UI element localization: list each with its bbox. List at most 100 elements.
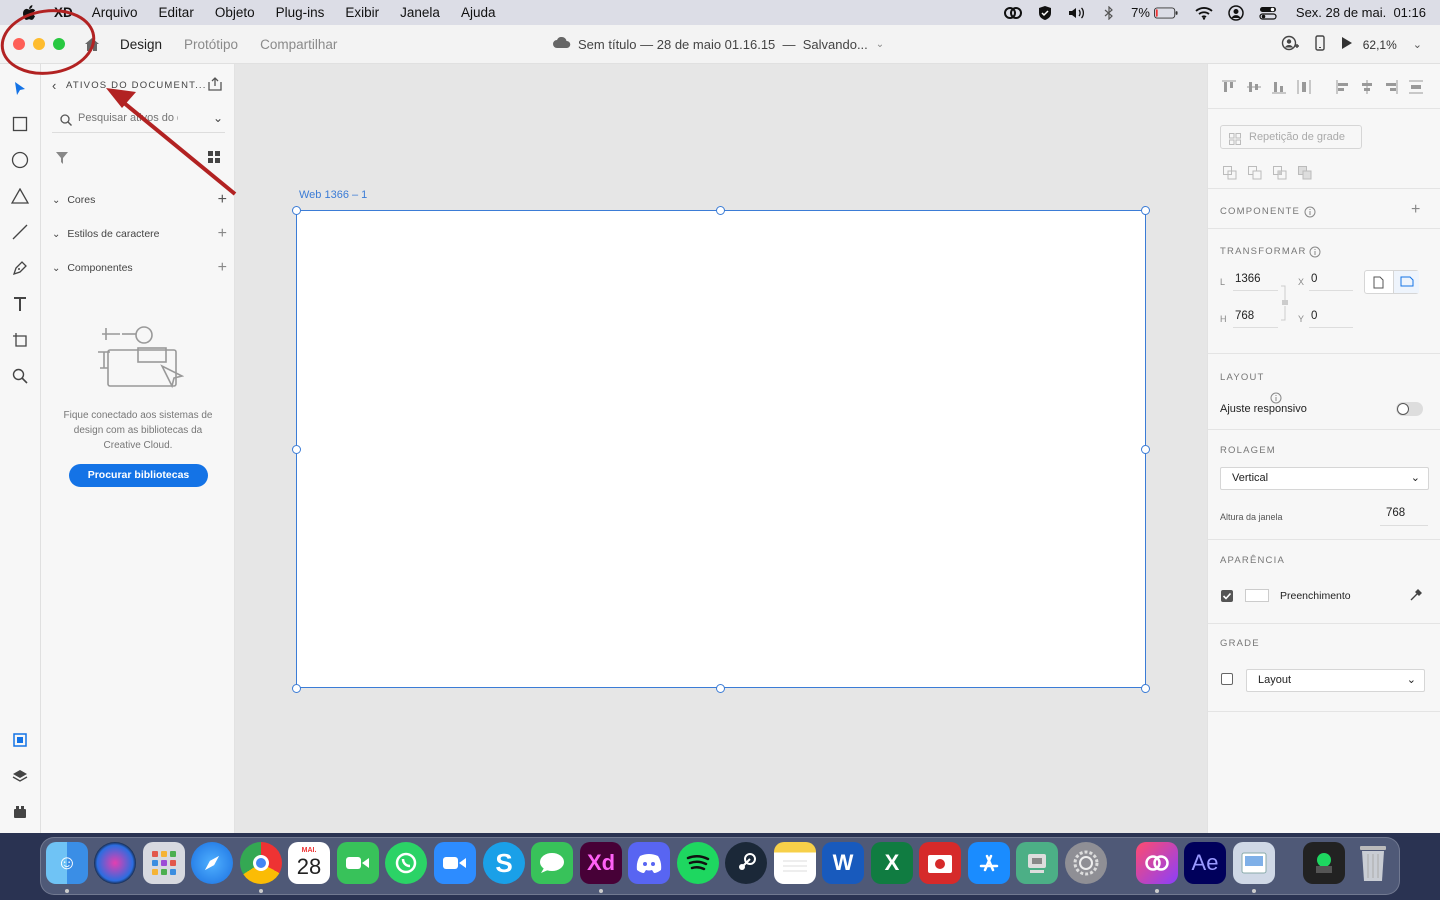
chrome-icon[interactable]	[240, 842, 282, 884]
volume-icon[interactable]	[1065, 0, 1089, 25]
rectangle-tool-icon[interactable]	[10, 114, 30, 134]
distribute-v-icon[interactable]	[1297, 80, 1311, 99]
resize-handle[interactable]	[1141, 684, 1150, 693]
excel-icon[interactable]: X	[871, 842, 913, 884]
width-input[interactable]: 1366	[1235, 273, 1261, 285]
zoom-tool-icon[interactable]	[10, 366, 30, 386]
chevron-down-icon[interactable]: ⌄	[876, 39, 884, 50]
responsive-resize-toggle[interactable]	[1396, 402, 1423, 416]
polygon-tool-icon[interactable]	[10, 186, 30, 206]
resize-handle[interactable]	[1141, 445, 1150, 454]
app-store-icon[interactable]	[968, 842, 1010, 884]
section-char-styles[interactable]: ⌄ Estilos de caractere +	[52, 226, 227, 244]
assets-panel-icon[interactable]	[10, 730, 30, 750]
artboard-tool-icon[interactable]	[10, 330, 30, 350]
search-chevron-icon[interactable]: ⌄	[213, 111, 223, 125]
portrait-icon[interactable]	[1373, 276, 1384, 294]
pen-tool-icon[interactable]	[10, 258, 30, 278]
tab-design[interactable]: Design	[120, 37, 162, 52]
grid-type-select[interactable]: Layout ⌄	[1246, 669, 1425, 692]
menu-plugins[interactable]: Plug-ins	[276, 5, 325, 20]
viewport-height-input[interactable]: 768	[1386, 507, 1405, 519]
whatsapp-icon[interactable]	[385, 842, 427, 884]
safari-icon[interactable]	[191, 842, 233, 884]
tab-compartilhar[interactable]: Compartilhar	[260, 37, 337, 52]
artboard[interactable]	[296, 210, 1146, 688]
align-center-icon[interactable]	[1360, 80, 1374, 99]
line-tool-icon[interactable]	[10, 222, 30, 242]
menu-arquivo[interactable]: Arquivo	[92, 5, 138, 20]
text-tool-icon[interactable]	[10, 294, 30, 314]
y-input[interactable]: 0	[1311, 310, 1317, 322]
x-input[interactable]: 0	[1311, 273, 1317, 285]
boolean-intersect-icon[interactable]	[1273, 166, 1287, 185]
menu-app-name[interactable]: XD	[54, 5, 73, 20]
spotify-minimized-icon[interactable]	[1303, 842, 1345, 884]
resize-handle[interactable]	[716, 206, 725, 215]
grid-checkbox[interactable]	[1221, 673, 1233, 685]
section-cores[interactable]: ⌄ Cores +	[52, 192, 227, 210]
creative-cloud-icon[interactable]	[1001, 0, 1025, 25]
image-capture-icon[interactable]	[1016, 842, 1058, 884]
spotify-icon[interactable]	[677, 842, 719, 884]
apple-icon[interactable]	[22, 4, 38, 21]
boolean-subtract-icon[interactable]	[1248, 166, 1262, 185]
bluetooth-icon[interactable]	[1097, 0, 1121, 25]
align-top-icon[interactable]	[1222, 80, 1236, 99]
control-center-icon[interactable]	[1256, 0, 1280, 25]
wifi-icon[interactable]	[1192, 0, 1216, 25]
trash-icon[interactable]	[1352, 842, 1394, 884]
boolean-exclude-icon[interactable]	[1298, 166, 1312, 185]
filter-icon[interactable]	[56, 151, 68, 169]
section-componentes[interactable]: ⌄ Componentes +	[52, 260, 227, 278]
artboard-name[interactable]: Web 1366 – 1	[299, 189, 367, 201]
preview-app-icon[interactable]	[1233, 842, 1275, 884]
after-effects-icon[interactable]: Ae	[1184, 842, 1226, 884]
info-icon[interactable]	[1309, 245, 1321, 263]
plugins-panel-icon[interactable]	[10, 802, 30, 822]
messages-icon[interactable]	[531, 842, 573, 884]
layers-panel-icon[interactable]	[10, 766, 30, 786]
boolean-add-icon[interactable]	[1223, 166, 1237, 185]
discord-icon[interactable]	[628, 842, 670, 884]
play-icon[interactable]	[1341, 36, 1353, 53]
zoom-chevron-icon[interactable]: ⌄	[1413, 38, 1422, 51]
word-icon[interactable]: W	[822, 842, 864, 884]
fill-checkbox[interactable]	[1221, 590, 1233, 602]
add-color-icon[interactable]: +	[218, 192, 227, 208]
finder-icon[interactable]: ☺	[46, 842, 88, 884]
menu-editar[interactable]: Editar	[159, 5, 194, 20]
info-icon[interactable]	[1304, 205, 1316, 223]
facetime-icon[interactable]	[337, 842, 379, 884]
resize-handle[interactable]	[292, 206, 301, 215]
notes-icon[interactable]	[774, 842, 816, 884]
resize-handle[interactable]	[716, 684, 725, 693]
zoom-icon[interactable]	[434, 842, 476, 884]
grid-view-icon[interactable]	[208, 150, 220, 168]
menubar-clock[interactable]: Sex. 28 de mai. 01:16	[1296, 5, 1426, 20]
fill-swatch[interactable]	[1245, 589, 1269, 602]
close-window-button[interactable]	[13, 38, 25, 50]
add-component-icon[interactable]: +	[218, 260, 227, 276]
creative-cloud-dock-icon[interactable]	[1136, 842, 1178, 884]
align-bottom-icon[interactable]	[1272, 80, 1286, 99]
user-icon[interactable]	[1224, 0, 1248, 25]
eyedropper-icon[interactable]	[1409, 588, 1423, 607]
resize-handle[interactable]	[1141, 206, 1150, 215]
skype-icon[interactable]: S	[483, 842, 525, 884]
distribute-h-icon[interactable]	[1409, 80, 1423, 99]
minimize-window-button[interactable]	[33, 38, 45, 50]
adobe-xd-icon[interactable]: Xd	[580, 842, 622, 884]
assets-search-input[interactable]	[78, 112, 178, 124]
siri-icon[interactable]	[94, 842, 136, 884]
export-icon[interactable]	[207, 76, 223, 97]
align-right-icon[interactable]	[1384, 80, 1398, 99]
system-preferences-icon[interactable]	[1065, 842, 1107, 884]
battery-icon[interactable]	[1153, 0, 1178, 25]
repeat-grid-button[interactable]: Repetição de grade	[1220, 125, 1362, 149]
landscape-icon[interactable]	[1393, 271, 1419, 293]
home-icon[interactable]	[84, 37, 100, 57]
resize-handle[interactable]	[292, 684, 301, 693]
tab-prototipo[interactable]: Protótipo	[184, 37, 238, 52]
select-tool-icon[interactable]	[10, 79, 30, 99]
